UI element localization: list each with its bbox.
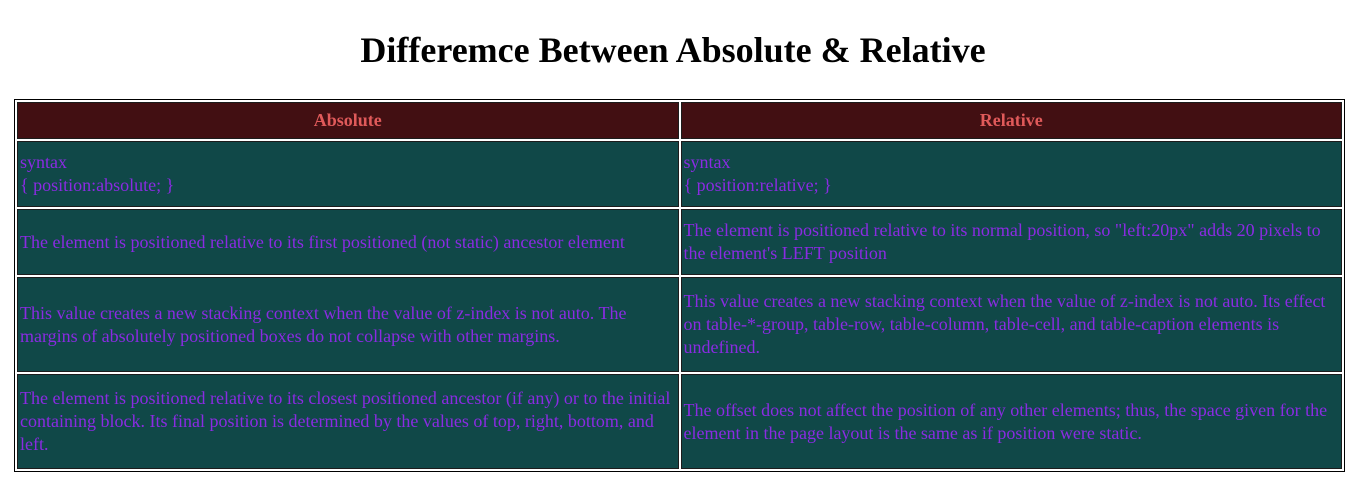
cell-absolute-stacking: This value creates a new stacking contex… <box>17 277 679 372</box>
cell-text: The offset does not affect the position … <box>683 399 1328 443</box>
cell-absolute-syntax: syntax { position:absolute; } <box>17 141 679 207</box>
cell-relative-syntax: syntax { position:relative; } <box>680 141 1342 207</box>
header-absolute: Absolute <box>17 102 679 139</box>
cell-absolute-positioning: The element is positioned relative to it… <box>17 209 679 275</box>
table-row: This value creates a new stacking contex… <box>17 277 1342 372</box>
table-row: The element is positioned relative to it… <box>17 209 1342 275</box>
cell-text: { position:absolute; } <box>20 175 175 195</box>
header-relative: Relative <box>680 102 1342 139</box>
cell-text: The element is positioned relative to it… <box>20 231 625 252</box>
cell-text: { position:relative; } <box>683 175 832 195</box>
cell-relative-positioning: The element is positioned relative to it… <box>680 209 1342 275</box>
cell-text: syntax <box>683 152 731 172</box>
table-row: The element is positioned relative to it… <box>17 374 1342 469</box>
cell-text: This value creates a new stacking contex… <box>20 302 627 346</box>
cell-text: The element is positioned relative to it… <box>683 220 1321 263</box>
cell-relative-offset: The offset does not affect the position … <box>680 374 1342 469</box>
cell-absolute-offset: The element is positioned relative to it… <box>17 374 679 469</box>
cell-text: syntax <box>20 152 67 172</box>
comparison-table: Absolute Relative syntax { position:abso… <box>14 99 1345 472</box>
page-title: Differemce Between Absolute & Relative <box>360 30 986 70</box>
cell-text: This value creates a new stacking contex… <box>683 291 1326 357</box>
table-row: syntax { position:absolute; } syntax { p… <box>17 141 1342 207</box>
table-header-row: Absolute Relative <box>17 102 1342 139</box>
cell-relative-stacking: This value creates a new stacking contex… <box>680 277 1342 372</box>
cell-text: The element is positioned relative to it… <box>20 388 671 454</box>
